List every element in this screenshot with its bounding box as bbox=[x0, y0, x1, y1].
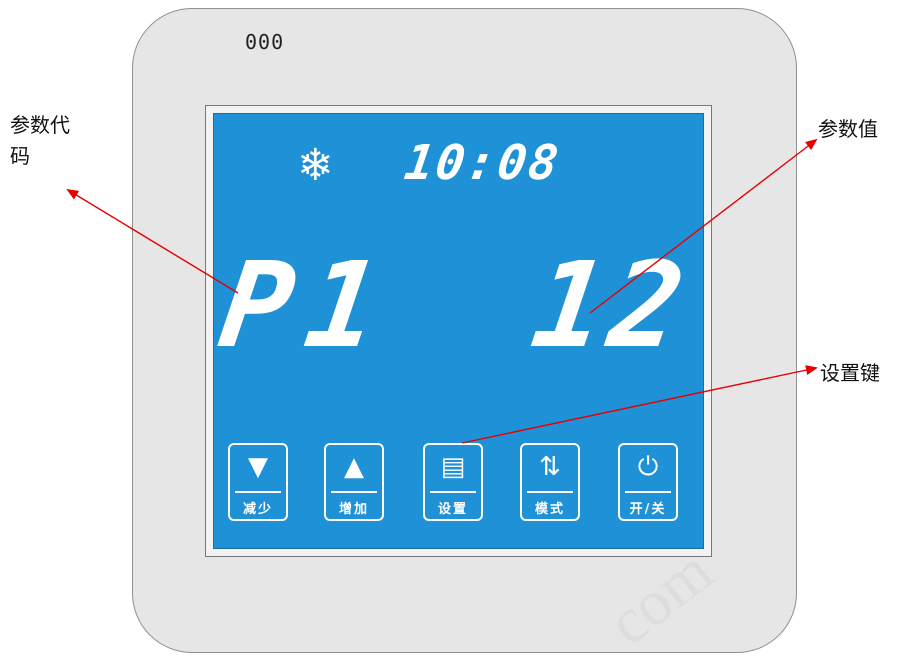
mode-key[interactable]: ⇅ 模式 bbox=[520, 443, 580, 521]
power-icon: ⏻ bbox=[637, 452, 659, 482]
touch-key-row: ▼ 减少 ▲ 增加 ▤ 设置 ⇅ 模式 ⏻ 开/关 bbox=[228, 443, 688, 523]
power-key-label: 开/关 bbox=[629, 502, 667, 517]
key-divider bbox=[235, 491, 281, 493]
callout-parameter-value: 参数值 bbox=[818, 117, 878, 141]
key-divider bbox=[527, 491, 573, 493]
mode-key-label: 模式 bbox=[534, 502, 565, 517]
settings-key[interactable]: ▤ 设置 bbox=[423, 443, 483, 521]
callout-set-key: 设置键 bbox=[820, 361, 880, 385]
settings-icon: ▤ bbox=[440, 452, 466, 482]
mode-icon: ⇅ bbox=[539, 452, 561, 482]
increase-key-label: 增加 bbox=[338, 502, 369, 517]
decrease-key-label: 减少 bbox=[242, 502, 273, 517]
key-divider bbox=[331, 491, 377, 493]
key-divider bbox=[625, 491, 671, 493]
settings-key-label: 设置 bbox=[437, 502, 468, 517]
key-divider bbox=[430, 491, 476, 493]
triangle-up-icon: ▲ bbox=[344, 452, 364, 482]
triangle-down-icon: ▼ bbox=[248, 452, 268, 482]
indicator-led-text: 000 bbox=[245, 30, 285, 54]
snowflake-icon: ❄ bbox=[297, 140, 334, 191]
decrease-key[interactable]: ▼ 减少 bbox=[228, 443, 288, 521]
parameter-code-display: P1 bbox=[212, 236, 402, 374]
parameter-value-display: 12 bbox=[524, 236, 698, 374]
increase-key[interactable]: ▲ 增加 bbox=[324, 443, 384, 521]
callout-parameter-code: 参数代码 bbox=[10, 113, 70, 168]
clock-display: 10:08 bbox=[401, 135, 564, 191]
power-key[interactable]: ⏻ 开/关 bbox=[618, 443, 678, 521]
